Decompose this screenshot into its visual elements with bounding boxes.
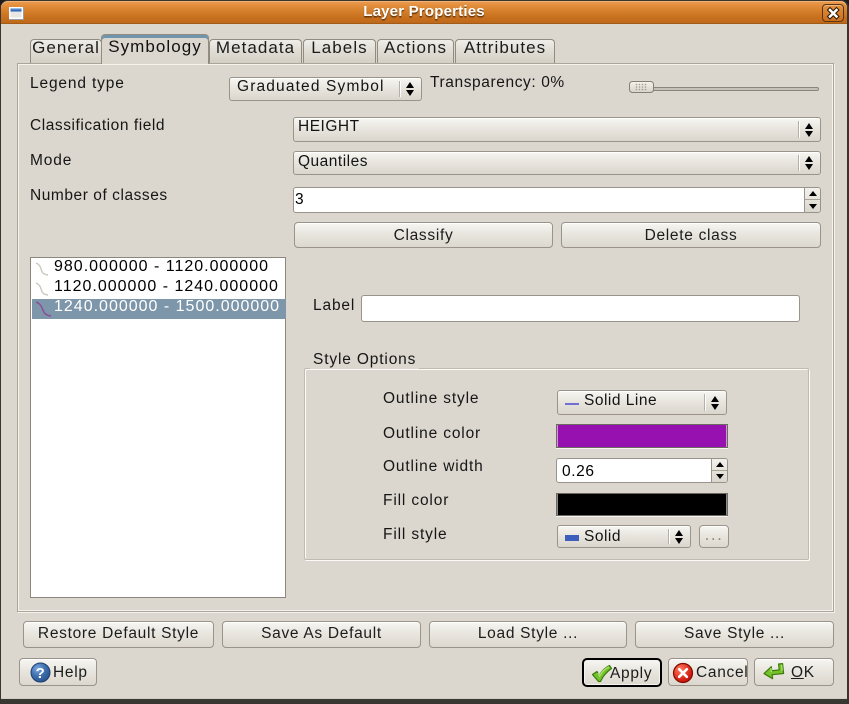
- svg-text:?: ?: [36, 665, 46, 682]
